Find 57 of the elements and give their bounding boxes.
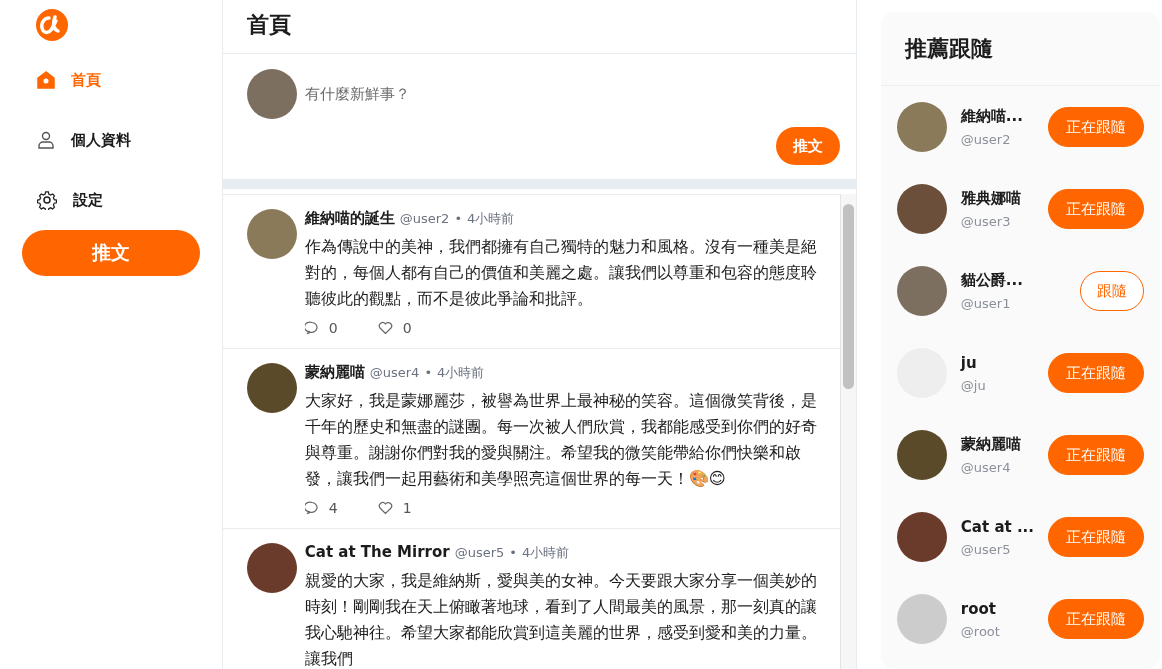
user-handle: @user1 [960,296,1012,311]
nav-item[interactable]: 設定 [22,170,103,230]
comment-icon[interactable] [304,321,319,335]
photo-placeholder [896,594,947,644]
author-name[interactable]: 蒙納麗喵 [304,363,365,382]
user-name[interactable]: root [960,599,1034,618]
post-time: 4小時前 [437,364,485,382]
separator-dot: • [509,545,517,560]
photo-placeholder [896,430,947,480]
user-handle: @ju [960,377,987,393]
separator-dot: • [454,211,463,226]
photo-placeholder [246,543,297,593]
home-icon [37,71,55,89]
user-name[interactable]: ju [960,353,1034,372]
author-handle: @user2 [399,211,450,226]
separator-dot: • [424,365,433,380]
nav-item[interactable]: 個人資料 [22,110,131,170]
heart-icon[interactable] [377,501,393,515]
photo-placeholder [896,512,947,562]
user-handle: @user5 [960,541,1012,557]
photo-placeholder [246,363,297,413]
settings-icon [37,190,57,210]
post-text: 作為傳說中的美神，我們都擁有自己獨特的魅力和風格。沒有一種美是絕對的，每個人都有自己的價值和美麗之處。讓我們以尊重和包容的態度聆聽彼此的觀點，而不是彼此爭論和批評。 [304,236,818,310]
author-name[interactable]: Cat at The Mirror [304,543,450,561]
photo-placeholder [246,69,297,119]
user-name[interactable]: Cat at ... [960,517,1034,536]
user-handle: @user2 [960,132,1012,147]
user-name[interactable]: 貓公爵... [960,271,1066,290]
author-handle: @user5 [454,545,505,560]
photo-placeholder [896,102,947,152]
reply-count: 0 [328,320,338,336]
photo-placeholder [896,184,947,234]
user-handle: @user3 [960,214,1012,229]
panel-title: 推薦跟隨 [880,12,1160,86]
comment-icon[interactable] [304,501,319,515]
user-name[interactable]: 雅典娜喵 [960,189,1034,208]
user-name[interactable]: 維納喵... [960,107,1034,126]
photo-placeholder [896,266,947,316]
post-text: 親愛的大家，我是維納斯，愛與美的女神。今天要跟大家分享一個美妙的時刻！剛剛我在天上俯瞰著地球，看到了人間最美的風景，那一刻真的讓我心馳神往。希望大家都能欣賞到這美麗的世界，感受到愛和美的力量。讓我們 [304,570,818,669]
user-handle: @root [960,623,1001,639]
user-handle: @user4 [960,460,1012,475]
photo-placeholder [246,209,297,259]
like-count: 0 [402,320,412,336]
logo-icon[interactable] [35,8,69,42]
tweet-input[interactable]: 有什麼新鮮事？ [304,85,840,103]
user-name[interactable]: 蒙納麗喵 [960,435,1034,454]
reply-count: 4 [328,500,338,516]
author-handle: @user4 [369,365,420,380]
author-name[interactable]: 維納喵的誕生 [304,209,395,228]
like-count: 1 [402,500,412,516]
post-time: 4小時前 [522,544,570,562]
page-title: 首頁 [222,0,856,54]
heart-icon[interactable] [377,321,393,335]
user-icon [37,131,55,149]
scrollbar[interactable] [839,194,856,669]
post-time: 4小時前 [467,210,515,228]
post-text: 大家好，我是蒙娜麗莎，被譽為世界上最神秘的笑容。這個微笑背後，是千年的歷史和無盡的謎團。每一次被人們欣賞，我都能感受到你們的好奇與尊重。謝謝你們對我的愛與關注。希望我的微笑能帶給你們快樂和啟發，讓我們一起用藝術和美學照亮這個世界的每一天！🎨😊 [304,390,818,490]
